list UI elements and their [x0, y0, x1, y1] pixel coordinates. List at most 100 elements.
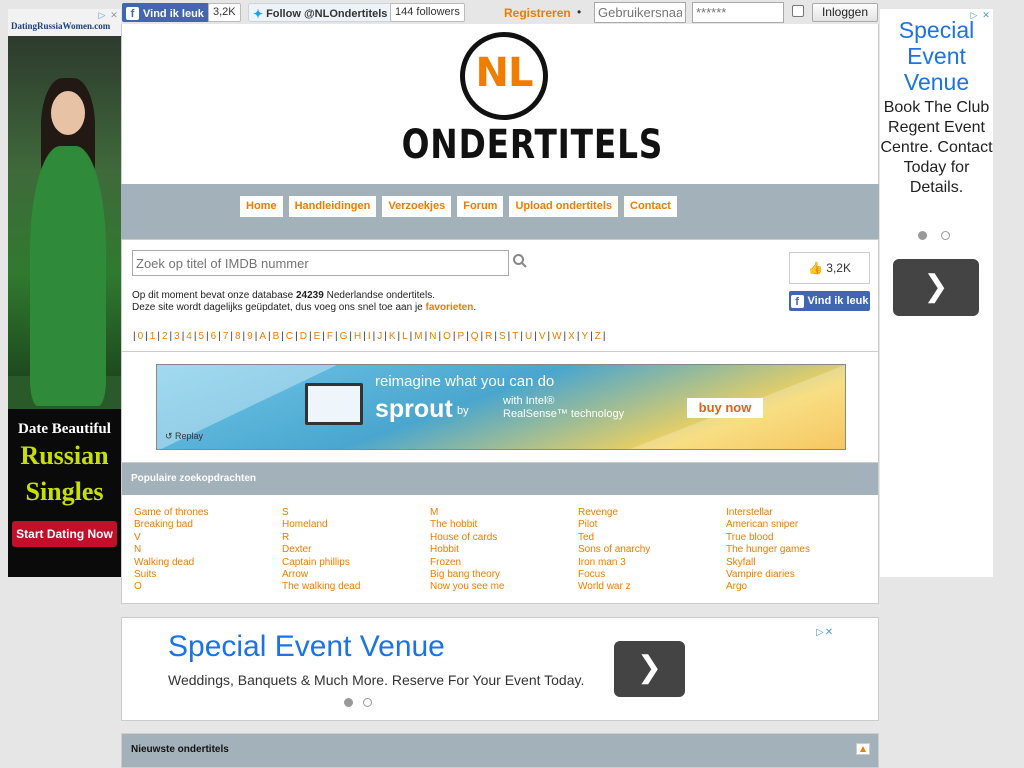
- nav-verzoekjes[interactable]: Verzoekjes: [382, 196, 452, 217]
- ad-choices[interactable]: ▷ ✕: [816, 627, 833, 638]
- popular-search-link[interactable]: The hunger games: [726, 544, 874, 556]
- facebook-like-button[interactable]: f Vind ik leuk: [122, 3, 209, 22]
- hp-sprout-banner[interactable]: reimagine what you can do sprout by with…: [156, 364, 846, 450]
- popular-search-link[interactable]: Focus: [578, 569, 726, 581]
- chevron-right-icon[interactable]: ❯: [614, 641, 685, 697]
- alphabet-link[interactable]: T: [511, 331, 519, 342]
- popular-search-link[interactable]: Skyfall: [726, 557, 874, 569]
- nav-upload[interactable]: Upload ondertitels: [509, 196, 619, 217]
- alphabet-link[interactable]: 9: [246, 331, 254, 342]
- alphabet-link[interactable]: 0: [137, 331, 145, 342]
- carousel-dot-active[interactable]: [344, 698, 353, 707]
- alphabet-link[interactable]: S: [498, 331, 507, 342]
- alphabet-link[interactable]: M: [413, 331, 423, 342]
- alphabet-link[interactable]: N: [428, 331, 437, 342]
- popular-search-link[interactable]: Captain phillips: [282, 557, 430, 569]
- start-dating-button[interactable]: Start Dating Now: [12, 521, 117, 547]
- popular-search-link[interactable]: Iron man 3: [578, 557, 726, 569]
- search-icon[interactable]: [512, 253, 528, 269]
- popular-search-link[interactable]: Game of thrones: [134, 507, 282, 519]
- alphabet-link[interactable]: J: [376, 331, 383, 342]
- alphabet-link[interactable]: L: [401, 331, 409, 342]
- favorites-link[interactable]: favorieten: [426, 302, 474, 313]
- alphabet-link[interactable]: A: [258, 331, 267, 342]
- popular-search-link[interactable]: House of cards: [430, 532, 578, 544]
- nav-contact[interactable]: Contact: [624, 196, 677, 217]
- alphabet-link[interactable]: 3: [173, 331, 181, 342]
- alphabet-link[interactable]: F: [326, 331, 334, 342]
- popular-search-link[interactable]: Interstellar: [726, 507, 874, 519]
- carousel-dot[interactable]: [941, 231, 950, 240]
- popular-search-link[interactable]: Suits: [134, 569, 282, 581]
- popular-search-link[interactable]: M: [430, 507, 578, 519]
- popular-search-link[interactable]: R: [282, 532, 430, 544]
- alphabet-link[interactable]: U: [524, 331, 533, 342]
- alphabet-link[interactable]: Y: [580, 331, 589, 342]
- buy-now-button[interactable]: buy now: [687, 398, 763, 418]
- popular-search-link[interactable]: Frozen: [430, 557, 578, 569]
- popular-search-link[interactable]: Walking dead: [134, 557, 282, 569]
- close-icon[interactable]: ✕: [825, 627, 833, 638]
- left-dating-ad[interactable]: DatingRussiaWomen.com ▷ ✕ Date Beautiful…: [8, 9, 121, 577]
- popular-search-link[interactable]: Breaking bad: [134, 519, 282, 531]
- close-icon[interactable]: ✕: [108, 10, 120, 21]
- carousel-dot-active[interactable]: [918, 231, 927, 240]
- alphabet-link[interactable]: K: [388, 331, 397, 342]
- alphabet-link[interactable]: C: [285, 331, 294, 342]
- alphabet-link[interactable]: D: [299, 331, 308, 342]
- alphabet-link[interactable]: W: [551, 331, 562, 342]
- alphabet-link[interactable]: 1: [149, 331, 157, 342]
- alphabet-link[interactable]: Z: [594, 331, 602, 342]
- remember-me-checkbox[interactable]: [792, 5, 804, 17]
- ad-title[interactable]: Special Event Venue: [880, 17, 993, 95]
- nav-handleidingen[interactable]: Handleidingen: [288, 196, 377, 217]
- event-venue-ad[interactable]: Special Event Venue Weddings, Banquets &…: [121, 617, 879, 721]
- username-input[interactable]: [594, 2, 686, 23]
- right-event-ad[interactable]: ▷ ✕ Special Event Venue Book The Club Re…: [880, 9, 993, 577]
- popular-search-link[interactable]: Revenge: [578, 507, 726, 519]
- nav-home[interactable]: Home: [240, 196, 283, 217]
- alphabet-link[interactable]: Q: [470, 331, 480, 342]
- popular-search-link[interactable]: S: [282, 507, 430, 519]
- popular-search-link[interactable]: O: [134, 581, 282, 593]
- search-input[interactable]: [132, 250, 509, 276]
- alphabet-link[interactable]: 7: [222, 331, 230, 342]
- chevron-right-icon[interactable]: ❯: [893, 259, 979, 316]
- register-link[interactable]: Registreren: [504, 6, 571, 20]
- popular-search-link[interactable]: True blood: [726, 532, 874, 544]
- alphabet-link[interactable]: R: [484, 331, 493, 342]
- popular-search-link[interactable]: Vampire diaries: [726, 569, 874, 581]
- alphabet-link[interactable]: 5: [197, 331, 205, 342]
- alphabet-link[interactable]: 6: [210, 331, 218, 342]
- popular-search-link[interactable]: American sniper: [726, 519, 874, 531]
- facebook-like-button-secondary[interactable]: f Vind ik leuk: [789, 291, 870, 311]
- alphabet-link[interactable]: 4: [185, 331, 193, 342]
- popular-search-link[interactable]: Argo: [726, 581, 874, 593]
- alphabet-link[interactable]: X: [567, 331, 576, 342]
- popular-search-link[interactable]: Homeland: [282, 519, 430, 531]
- popular-search-link[interactable]: Hobbit: [430, 544, 578, 556]
- carousel-dot[interactable]: [363, 698, 372, 707]
- logo-wordmark[interactable]: ONDERTITELS: [402, 122, 663, 168]
- popular-search-link[interactable]: Now you see me: [430, 581, 578, 593]
- popular-search-link[interactable]: N: [134, 544, 282, 556]
- popular-search-link[interactable]: Dexter: [282, 544, 430, 556]
- alphabet-link[interactable]: V: [538, 331, 547, 342]
- alphabet-link[interactable]: E: [313, 331, 322, 342]
- nav-forum[interactable]: Forum: [457, 196, 504, 217]
- login-button[interactable]: Inloggen: [812, 3, 878, 22]
- alphabet-link[interactable]: 2: [161, 331, 169, 342]
- ad-title[interactable]: Special Event Venue: [168, 630, 445, 664]
- popular-search-link[interactable]: The walking dead: [282, 581, 430, 593]
- alphabet-link[interactable]: 8: [234, 331, 242, 342]
- alphabet-link[interactable]: H: [353, 331, 362, 342]
- alphabet-link[interactable]: O: [442, 331, 452, 342]
- replay-button[interactable]: ↺ Replay: [165, 431, 203, 442]
- alphabet-link[interactable]: P: [456, 331, 465, 342]
- alphabet-link[interactable]: G: [339, 331, 349, 342]
- password-input[interactable]: [692, 2, 784, 23]
- collapse-arrow-icon[interactable]: [856, 743, 870, 755]
- alphabet-link[interactable]: B: [272, 331, 281, 342]
- popular-search-link[interactable]: Arrow: [282, 569, 430, 581]
- popular-search-link[interactable]: Sons of anarchy: [578, 544, 726, 556]
